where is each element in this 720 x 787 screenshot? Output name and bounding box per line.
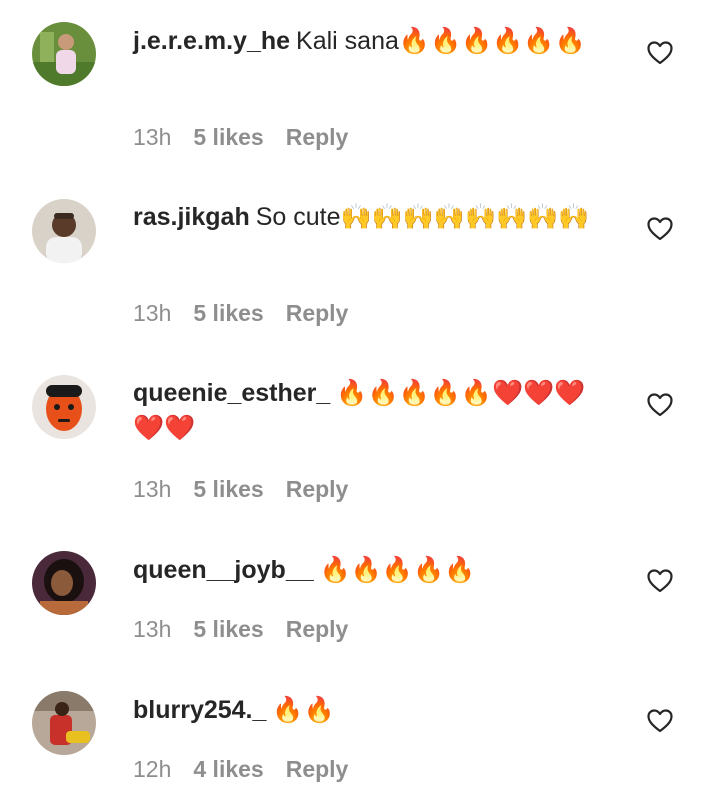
comment-body: j.e.r.e.m.y_he Kali sana🔥🔥🔥🔥🔥🔥 [133, 24, 603, 59]
comment-time: 13h [133, 616, 172, 642]
avatar[interactable] [32, 22, 96, 86]
heart-outline-icon[interactable] [647, 393, 673, 417]
comment-time: 13h [133, 124, 172, 150]
comment-text: 🔥🔥 [272, 696, 335, 724]
avatar-image [32, 199, 96, 263]
comment-likes[interactable]: 5 likes [193, 124, 263, 150]
heart-outline-icon[interactable] [647, 217, 673, 241]
comment-body: queenie_esther_ 🔥🔥🔥🔥🔥❤️❤️❤️❤️❤️ [133, 376, 603, 446]
avatar-image [32, 691, 96, 755]
avatar-image [32, 22, 96, 86]
comment-text: So cute🙌🙌🙌🙌🙌🙌🙌🙌 [255, 203, 590, 231]
comment-body: blurry254._ 🔥🔥 [133, 693, 603, 728]
comment-likes[interactable]: 5 likes [193, 300, 263, 326]
comment-meta: 13h 5 likes Reply [133, 300, 370, 327]
avatar[interactable] [32, 551, 96, 615]
comment-meta: 13h 5 likes Reply [133, 124, 370, 151]
reply-button[interactable]: Reply [286, 756, 349, 782]
avatar[interactable] [32, 199, 96, 263]
comment-meta: 12h 4 likes Reply [133, 756, 370, 783]
comment-body: queen__joyb__ 🔥🔥🔥🔥🔥 [133, 553, 603, 588]
comment-likes[interactable]: 5 likes [193, 476, 263, 502]
comment-meta: 13h 5 likes Reply [133, 476, 370, 503]
heart-outline-icon[interactable] [647, 569, 673, 593]
heart-outline-icon[interactable] [647, 41, 673, 65]
comment-body: ras.jikgah So cute🙌🙌🙌🙌🙌🙌🙌🙌 [133, 200, 603, 235]
reply-button[interactable]: Reply [286, 476, 349, 502]
reply-button[interactable]: Reply [286, 616, 349, 642]
comment-meta: 13h 5 likes Reply [133, 616, 370, 643]
comment-time: 13h [133, 300, 172, 326]
comment-username[interactable]: blurry254._ [133, 696, 266, 724]
avatar[interactable] [32, 375, 96, 439]
avatar[interactable] [32, 691, 96, 755]
comment-likes[interactable]: 4 likes [193, 756, 263, 782]
comment-username[interactable]: ras.jikgah [133, 203, 250, 231]
comment-time: 13h [133, 476, 172, 502]
avatar-image [32, 551, 96, 615]
comment-time: 12h [133, 756, 172, 782]
comment-likes[interactable]: 5 likes [193, 616, 263, 642]
comment-text: Kali sana🔥🔥🔥🔥🔥🔥 [296, 27, 586, 55]
comment-text: 🔥🔥🔥🔥🔥 [319, 556, 476, 584]
heart-outline-icon[interactable] [647, 709, 673, 733]
reply-button[interactable]: Reply [286, 124, 349, 150]
comment-username[interactable]: j.e.r.e.m.y_he [133, 27, 290, 55]
reply-button[interactable]: Reply [286, 300, 349, 326]
comment-username[interactable]: queen__joyb__ [133, 556, 314, 584]
comment-username[interactable]: queenie_esther_ [133, 379, 330, 407]
avatar-image [32, 375, 96, 439]
